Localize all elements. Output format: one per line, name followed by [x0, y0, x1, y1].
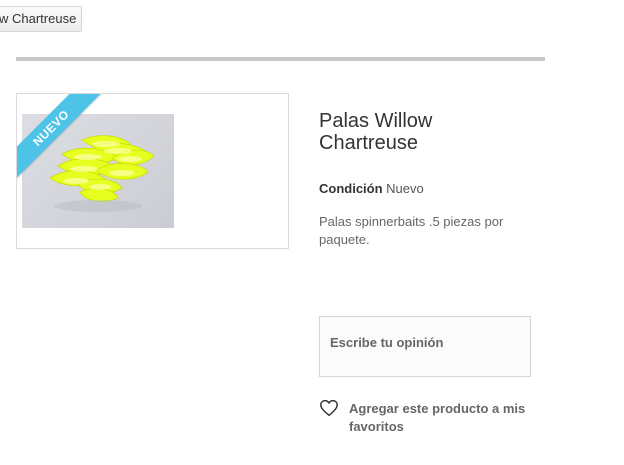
heart-icon[interactable] — [319, 399, 339, 417]
section-divider — [16, 57, 545, 61]
product-title: Palas Willow Chartreuse — [319, 110, 433, 154]
write-review-link[interactable]: Escribe tu opinión — [330, 335, 443, 350]
add-to-wishlist[interactable]: Agregar este producto a mis favoritos — [319, 399, 544, 439]
condition-value: Nuevo — [386, 181, 424, 196]
wishlist-label[interactable]: Agregar este producto a mis favoritos — [349, 400, 544, 436]
product-image-box: NUEVO — [16, 93, 289, 249]
new-badge-label: NUEVO — [17, 94, 105, 182]
product-description: Palas spinnerbaits .5 piezas por paquete… — [319, 214, 504, 247]
product-condition: Condición Nuevo — [319, 181, 424, 196]
condition-label: Condición — [319, 181, 383, 196]
back-to-product-button[interactable]: w Chartreuse — [0, 6, 82, 32]
review-box: Escribe tu opinión — [319, 316, 531, 377]
new-badge: NUEVO — [17, 94, 106, 183]
